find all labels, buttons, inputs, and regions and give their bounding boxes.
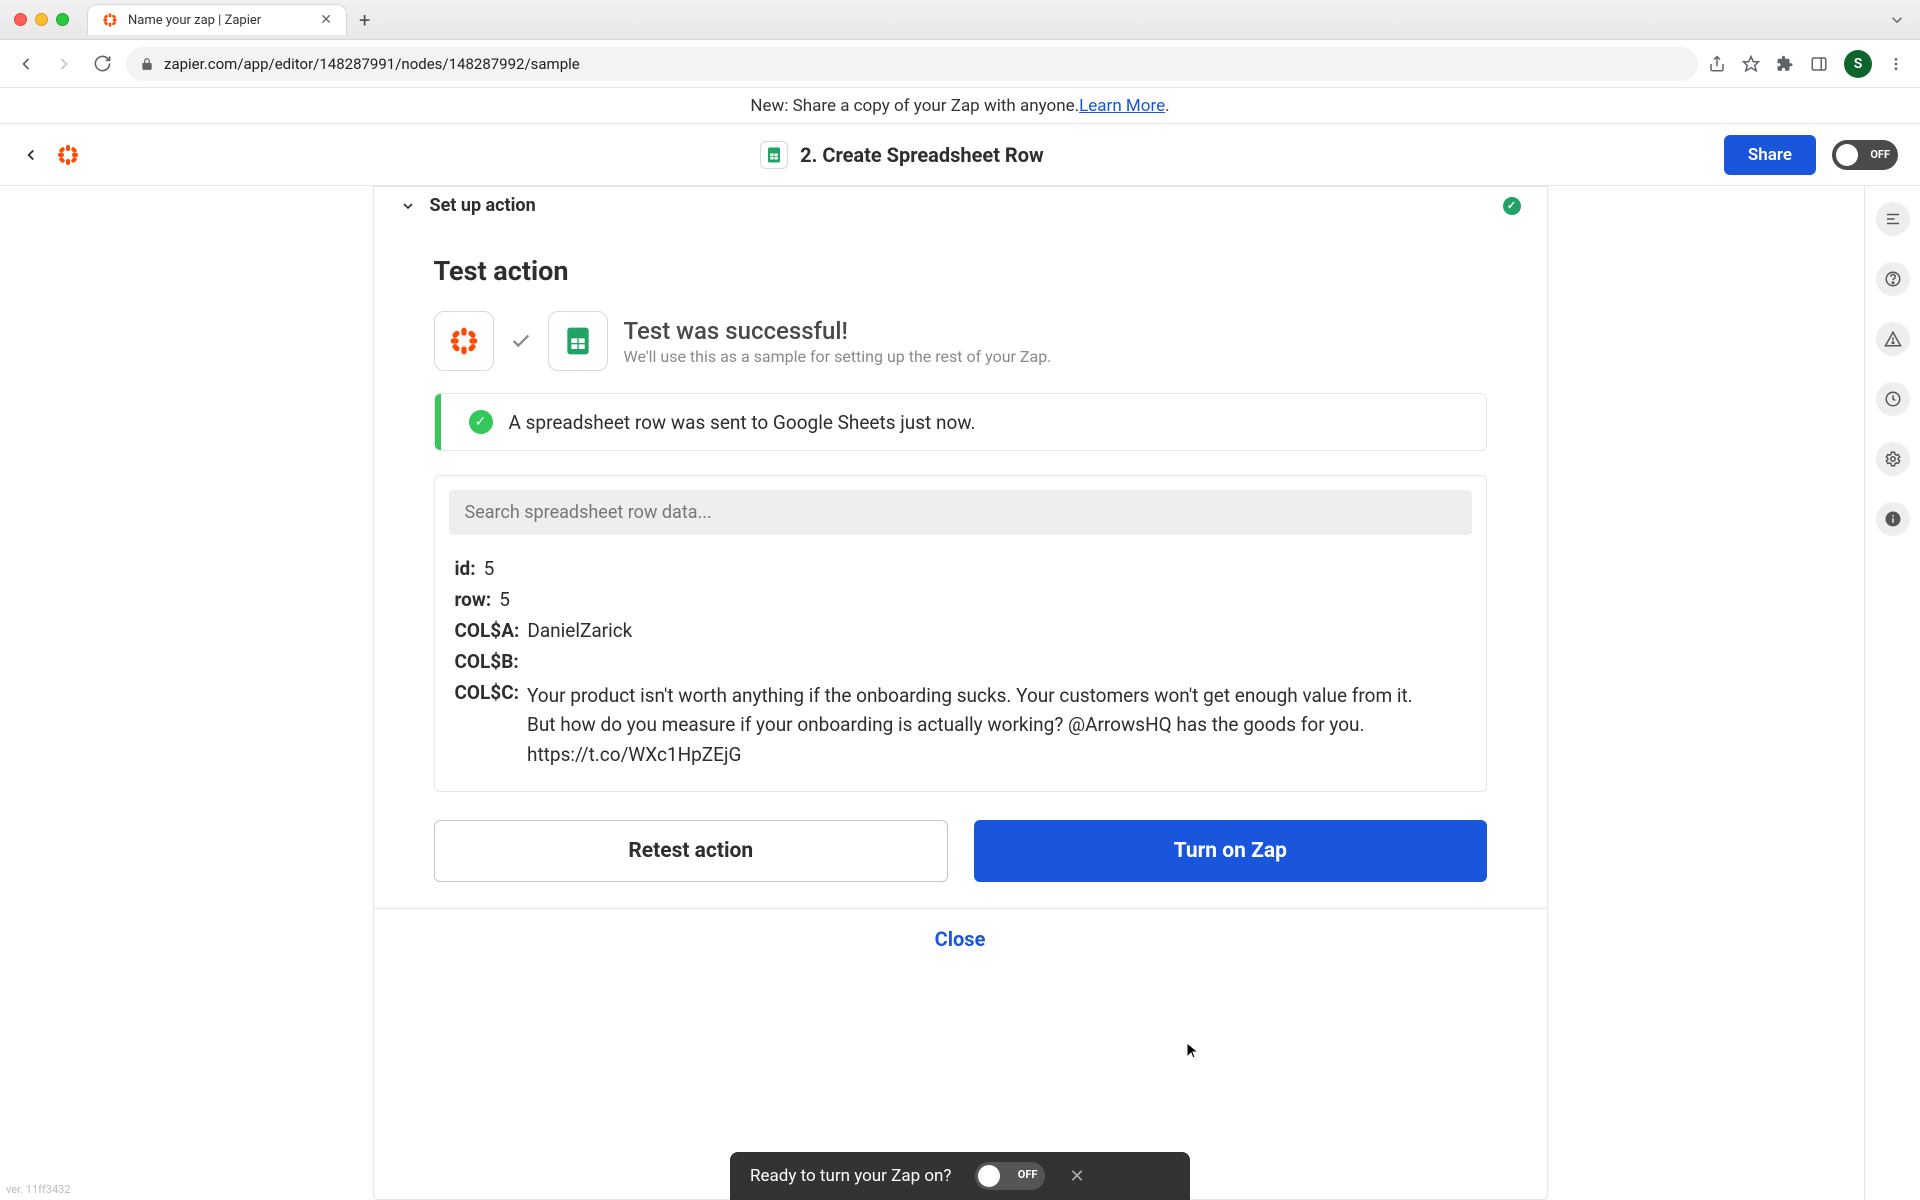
url-text: zapier.com/app/editor/148287991/nodes/14… (164, 55, 580, 73)
data-value: 5 (484, 557, 495, 580)
step-title-text: 2. Create Spreadsheet Row (800, 143, 1044, 167)
zapier-logo-icon[interactable] (56, 143, 80, 167)
data-row: COL$B: (455, 646, 1466, 677)
google-sheets-icon (760, 141, 788, 169)
check-icon (510, 330, 532, 352)
chevron-down-icon (400, 198, 416, 214)
close-icon[interactable]: ✕ (1069, 1166, 1084, 1187)
accordion-label: Set up action (430, 195, 536, 216)
app-header: 2. Create Spreadsheet Row Share OFF (0, 124, 1920, 186)
reload-button[interactable] (88, 50, 116, 78)
data-list: id: 5 row: 5 COL$A: DanielZarick COL$B: COL$C: Y… (435, 549, 1486, 791)
bookmark-icon[interactable] (1742, 55, 1760, 73)
toggle-label: OFF (1870, 148, 1890, 161)
close-window-icon[interactable] (14, 13, 27, 26)
toast-check-icon: ✓ (469, 410, 493, 434)
outline-icon[interactable] (1876, 202, 1910, 236)
search-input[interactable]: Search spreadsheet row data... (449, 490, 1472, 535)
setup-action-accordion[interactable]: Set up action ✓ (374, 187, 1547, 225)
success-text: Test was successful! We'll use this as a… (624, 317, 1052, 366)
data-key: id: (455, 557, 476, 580)
lock-icon (140, 57, 154, 71)
data-row: id: 5 (455, 553, 1466, 584)
google-sheets-app-icon (548, 311, 608, 371)
warning-icon[interactable] (1876, 322, 1910, 356)
success-toast: ✓ A spreadsheet row was sent to Google S… (434, 393, 1487, 451)
success-row: Test was successful! We'll use this as a… (434, 311, 1487, 371)
tab-overflow-icon[interactable] (1888, 11, 1906, 29)
retest-button[interactable]: Retest action (434, 820, 949, 882)
sidepanel-icon[interactable] (1810, 55, 1828, 73)
zap-toggle[interactable]: OFF (1832, 140, 1898, 170)
data-value: 5 (499, 588, 510, 611)
ready-toast-toggle[interactable]: OFF (975, 1162, 1045, 1190)
announcement-text: New: Share a copy of your Zap with anyon… (750, 96, 1079, 116)
button-row: Retest action Turn on Zap (434, 820, 1487, 882)
data-key: row: (455, 588, 492, 611)
data-key: COL$C: (455, 681, 520, 704)
close-tab-icon[interactable]: ✕ (320, 12, 332, 28)
step-complete-icon: ✓ (1503, 197, 1521, 215)
data-value: Your product isn't worth anything if the… (527, 681, 1466, 769)
announcement-suffix: . (1165, 96, 1169, 116)
extensions-icon[interactable] (1776, 55, 1794, 73)
forward-button[interactable] (50, 50, 78, 78)
right-rail (1864, 186, 1920, 1200)
data-key: COL$A: (455, 619, 520, 642)
test-action-section: Test action Test was successful! We'll u… (374, 225, 1547, 908)
zapier-favicon-icon (102, 12, 118, 28)
toolbar-right: S (1708, 50, 1908, 78)
ready-toast-text: Ready to turn your Zap on? (750, 1166, 951, 1186)
new-tab-button[interactable]: + (359, 8, 370, 32)
step-title: 2. Create Spreadsheet Row (96, 141, 1708, 169)
toggle-label: OFF (1018, 1168, 1038, 1181)
data-value: DanielZarick (527, 619, 632, 642)
browser-tab[interactable]: Name your zap | Zapier ✕ (87, 4, 347, 35)
sample-data-box: Search spreadsheet row data... id: 5 row: 5… (434, 475, 1487, 792)
url-input[interactable]: zapier.com/app/editor/148287991/nodes/14… (126, 47, 1698, 81)
history-icon[interactable] (1876, 382, 1910, 416)
version-text: ver. 11ff3432 (6, 1183, 71, 1196)
share-button[interactable]: Share (1724, 135, 1816, 175)
search-placeholder: Search spreadsheet row data... (465, 502, 712, 523)
back-button[interactable] (12, 50, 40, 78)
success-sub: We'll use this as a sample for setting u… (624, 347, 1052, 366)
close-button[interactable]: Close (374, 908, 1547, 969)
success-title: Test was successful! (624, 317, 1052, 345)
data-key: COL$B: (455, 650, 519, 673)
traffic-lights (14, 13, 69, 26)
data-row: COL$A: DanielZarick (455, 615, 1466, 646)
announcement-link[interactable]: Learn More (1079, 96, 1165, 116)
address-bar: zapier.com/app/editor/148287991/nodes/14… (0, 40, 1920, 88)
ready-toast: Ready to turn your Zap on? OFF ✕ (730, 1152, 1190, 1200)
section-title: Test action (434, 255, 1487, 287)
fullscreen-window-icon[interactable] (56, 13, 69, 26)
minimize-window-icon[interactable] (35, 13, 48, 26)
editor-canvas: Set up action ✓ Test action Test was suc… (0, 186, 1920, 1200)
kebab-menu-icon[interactable] (1888, 56, 1904, 72)
zapier-app-icon (434, 311, 494, 371)
toast-text: A spreadsheet row was sent to Google She… (509, 411, 976, 434)
settings-icon[interactable] (1876, 442, 1910, 476)
toggle-knob (978, 1165, 1000, 1187)
app-back-button[interactable] (22, 146, 40, 164)
window-titlebar: Name your zap | Zapier ✕ + (0, 0, 1920, 40)
announcement-bar: New: Share a copy of your Zap with anyon… (0, 88, 1920, 124)
share-icon[interactable] (1708, 55, 1726, 73)
toggle-knob (1836, 144, 1858, 166)
data-row: row: 5 (455, 584, 1466, 615)
turn-on-zap-button[interactable]: Turn on Zap (974, 820, 1487, 882)
action-panel: Set up action ✓ Test action Test was suc… (373, 186, 1548, 1200)
help-icon[interactable] (1876, 262, 1910, 296)
tab-title: Name your zap | Zapier (128, 13, 261, 28)
data-row: COL$C: Your product isn't worth anything … (455, 677, 1466, 773)
profile-avatar[interactable]: S (1844, 50, 1872, 78)
info-icon[interactable] (1876, 502, 1910, 536)
